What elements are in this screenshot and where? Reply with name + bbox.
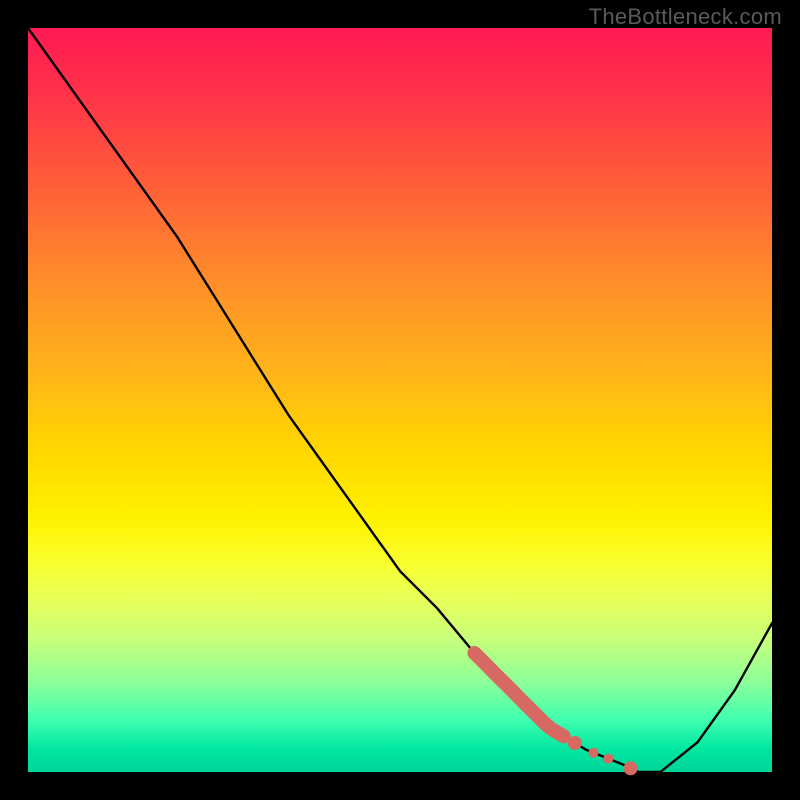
watermark-text: TheBottleneck.com <box>589 4 782 30</box>
highlight-dot <box>624 761 638 775</box>
chart-frame: TheBottleneck.com <box>0 0 800 800</box>
curve-overlay <box>28 28 772 772</box>
highlight-dot <box>603 754 613 764</box>
highlight-dot <box>568 736 582 750</box>
highlight-dot <box>588 748 598 758</box>
bottleneck-curve <box>28 28 772 772</box>
highlight-thick-segment <box>474 653 563 736</box>
